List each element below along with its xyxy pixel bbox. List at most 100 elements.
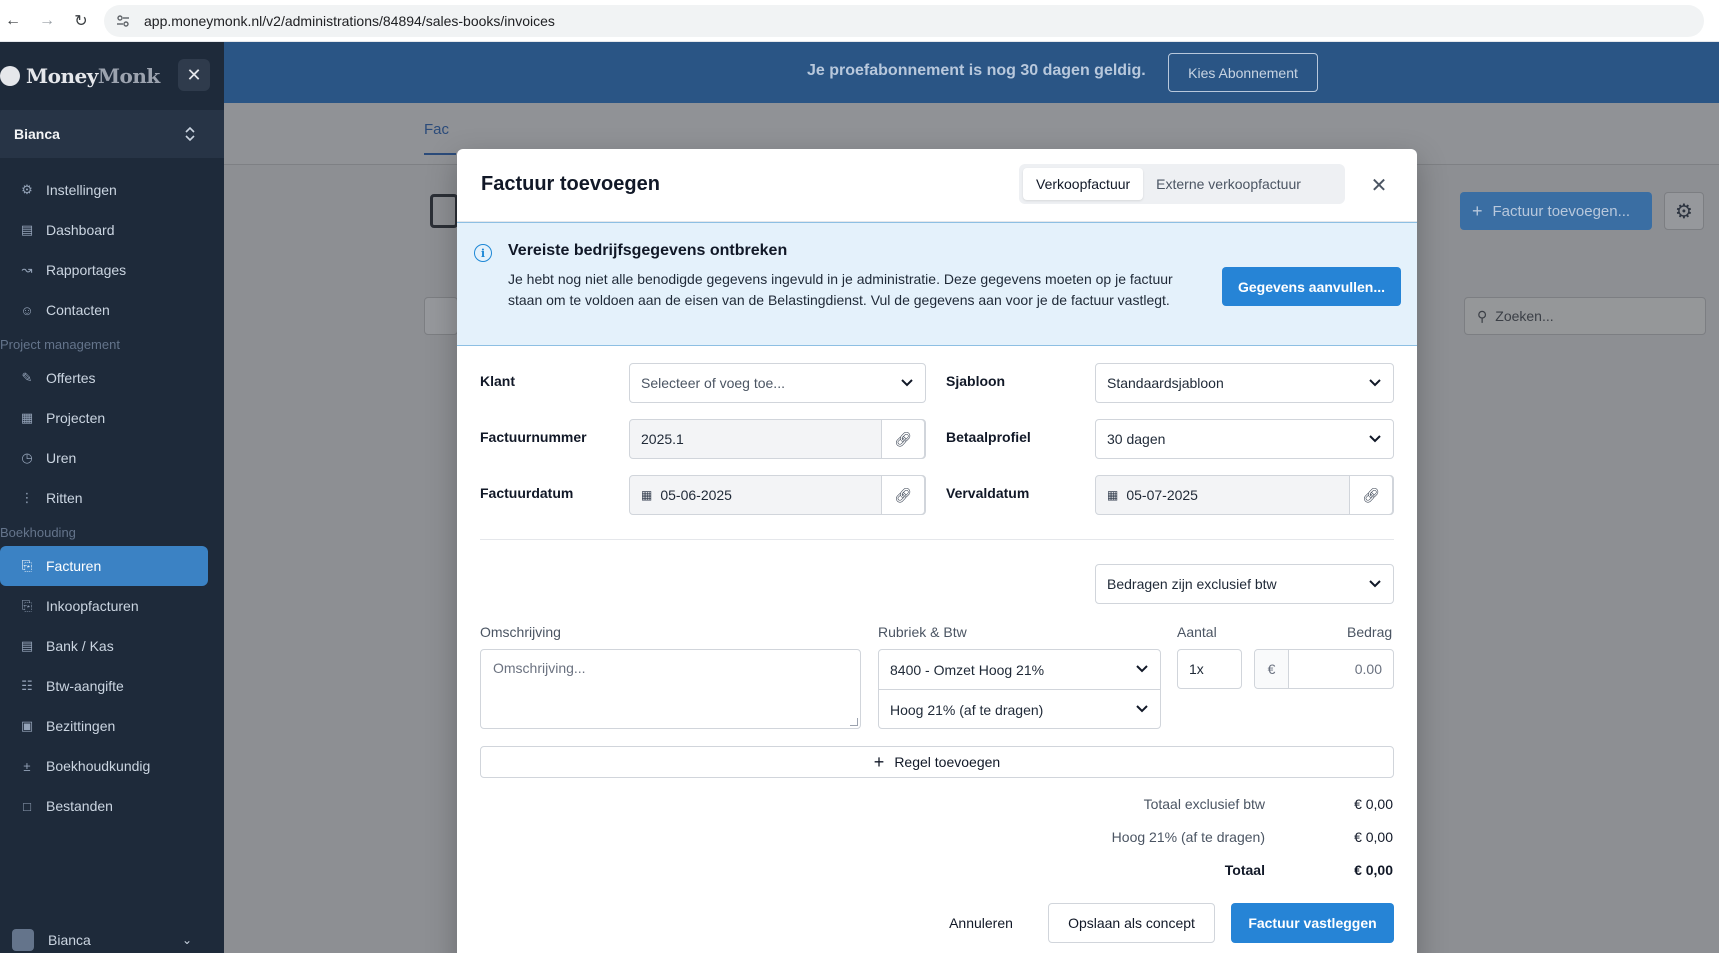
close-icon[interactable]: ✕: [1367, 173, 1391, 197]
date-filter-button[interactable]: [424, 297, 458, 335]
invoice-type-toggle: Verkoopfactuur Externe verkoopfactuur: [1019, 164, 1345, 204]
cancel-button[interactable]: Annuleren: [931, 903, 1031, 943]
sidebar-item-dashboard[interactable]: ▤ Dashboard: [0, 210, 224, 250]
trial-text: Je proefabonnement is nog 30 dagen geldi…: [807, 62, 1146, 79]
quote-icon: ✎: [21, 370, 33, 385]
description-textarea[interactable]: Omschrijving...: [480, 649, 861, 729]
modal-title: Factuur toevoegen: [481, 173, 660, 195]
vervaldatum-field[interactable]: ▦ 05-07-2025 🔗︎: [1095, 475, 1394, 515]
sidebar-item-bestanden[interactable]: □ Bestanden: [0, 786, 224, 826]
factuurdatum-field[interactable]: ▦ 05-06-2025 🔗︎: [629, 475, 926, 515]
tab-underline: [424, 153, 456, 155]
col-aantal: Aantal: [1177, 624, 1217, 640]
sidebar-item-rapportages[interactable]: ↝ Rapportages: [0, 250, 224, 290]
avatar: [12, 928, 34, 951]
sidebar-nav: ⚙ Instellingen ▤ Dashboard ↝ Rapportages ☺ C…: [0, 170, 224, 826]
route-icon: ⋮: [20, 490, 34, 505]
missing-data-alert: i Vereiste bedrijfsgegevens ontbreken Je…: [457, 222, 1417, 346]
add-line-button[interactable]: + Regel toevoegen: [480, 746, 1394, 778]
calendar-icon: ▦: [1107, 488, 1119, 502]
plus-icon: +: [873, 751, 885, 772]
contacts-icon: ☺: [20, 302, 34, 318]
betaalprofiel-select[interactable]: 30 dagen: [1095, 419, 1394, 459]
sidebar-item-bezittingen[interactable]: ▣ Bezittingen: [0, 706, 224, 746]
user-menu[interactable]: Bianca ⌄: [0, 926, 224, 953]
sidebar-close-button[interactable]: ✕: [178, 59, 210, 91]
bank-icon: ▤: [20, 638, 34, 653]
finalize-invoice-button[interactable]: Factuur vastleggen: [1231, 903, 1394, 943]
purchase-icon: ⎘: [21, 598, 33, 613]
page-invoice-icon: [430, 194, 458, 228]
sidebar-item-btw-aangifte[interactable]: ☷ Btw-aangifte: [0, 666, 224, 706]
sidebar-item-instellingen[interactable]: ⚙ Instellingen: [0, 170, 224, 210]
ledger-icon: ±: [23, 758, 31, 774]
btw-mode-select[interactable]: Bedragen zijn exclusief btw: [1095, 564, 1394, 604]
administration-name: Bianca: [14, 126, 60, 142]
reload-icon[interactable]: ↻: [68, 8, 94, 34]
total-excl-label: Totaal exclusief btw: [1143, 796, 1265, 812]
chevron-down-icon: [1134, 701, 1150, 717]
sidebar-item-ritten[interactable]: ⋮ Ritten: [0, 478, 224, 518]
forward-arrow-icon[interactable]: →: [34, 8, 60, 34]
col-omschrijving: Omschrijving: [480, 624, 561, 640]
complete-data-button[interactable]: Gegevens aanvullen...: [1222, 267, 1401, 306]
logo-monk: Monk: [97, 64, 160, 88]
address-bar[interactable]: app.moneymonk.nl/v2/administrations/8489…: [104, 5, 1704, 37]
logo-money: Money: [26, 64, 98, 88]
chevron-down-icon: [1367, 375, 1383, 391]
link-icon[interactable]: 🔗︎: [881, 475, 925, 515]
amount-input[interactable]: € 0.00: [1254, 649, 1394, 689]
sidebar-item-inkoopfacturen[interactable]: ⎘ Inkoopfacturen: [0, 586, 224, 626]
link-icon[interactable]: 🔗︎: [1349, 475, 1393, 515]
choose-subscription-button[interactable]: Kies Abonnement: [1168, 53, 1318, 92]
sidebar-item-bank-kas[interactable]: ▤ Bank / Kas: [0, 626, 224, 666]
tab-verkoopfactuur[interactable]: Verkoopfactuur: [1023, 168, 1144, 200]
folder-icon: □: [23, 798, 31, 814]
sidebar-item-offertes[interactable]: ✎ Offertes: [0, 358, 224, 398]
browser-toolbar: ← → ↻ app.moneymonk.nl/v2/administration…: [0, 0, 1719, 42]
chart-icon: ↝: [21, 262, 33, 277]
category-vat-selects: 8400 - Omzet Hoog 21% Hoog 21% (af te dr…: [878, 649, 1161, 729]
updown-chevron-icon: [176, 116, 204, 152]
tab-facturen[interactable]: Fac: [424, 121, 449, 138]
sjabloon-select[interactable]: Standaardsjabloon: [1095, 363, 1394, 403]
add-invoice-button[interactable]: + Factuur toevoegen...: [1460, 192, 1652, 230]
sidebar-item-boekhoudkundig[interactable]: ± Boekhoudkundig: [0, 746, 224, 786]
divider: [480, 539, 1394, 540]
modal-header: Factuur toevoegen Verkoopfactuur Externe…: [457, 149, 1417, 222]
sidebar-item-facturen[interactable]: ⎘ Facturen: [0, 546, 208, 586]
assets-icon: ▣: [20, 718, 34, 733]
category-select[interactable]: 8400 - Omzet Hoog 21%: [879, 650, 1160, 689]
chevron-down-icon: ⌄: [182, 932, 193, 947]
chevron-down-icon: [1367, 431, 1383, 447]
vat-select[interactable]: Hoog 21% (af te dragen): [879, 690, 1160, 729]
factuurnummer-field[interactable]: 2025.1 🔗︎: [629, 419, 926, 459]
link-icon[interactable]: 🔗︎: [881, 419, 925, 459]
klant-select[interactable]: Selecteer of voeg toe...: [629, 363, 926, 403]
site-settings-icon[interactable]: [114, 12, 132, 30]
vervaldatum-label: Vervaldatum: [946, 485, 1030, 501]
tab-externe-verkoopfactuur[interactable]: Externe verkoopfactuur: [1143, 168, 1314, 200]
betaalprofiel-label: Betaalprofiel: [946, 429, 1031, 445]
tax-icon: ☷: [21, 678, 33, 693]
clock-icon: ◷: [21, 450, 33, 465]
back-arrow-icon[interactable]: ←: [0, 8, 26, 34]
vat-total-label: Hoog 21% (af te dragen): [1111, 829, 1265, 845]
section-boekhouding: Boekhouding: [0, 524, 76, 540]
klant-label: Klant: [480, 373, 515, 389]
sidebar-item-contacten[interactable]: ☺ Contacten: [0, 290, 224, 330]
save-draft-button[interactable]: Opslaan als concept: [1048, 903, 1215, 943]
search-input[interactable]: ⚲ Zoeken...: [1464, 297, 1706, 335]
administration-switcher[interactable]: Bianca: [0, 110, 224, 158]
trial-banner: Je proefabonnement is nog 30 dagen geldi…: [224, 42, 1719, 103]
quantity-input[interactable]: 1x: [1177, 649, 1242, 689]
currency-prefix: €: [1255, 650, 1289, 688]
user-name: Bianca: [48, 931, 91, 948]
sidebar-item-projecten[interactable]: ▦ Projecten: [0, 398, 224, 438]
settings-gear-icon[interactable]: ⚙: [1664, 192, 1704, 230]
resize-handle[interactable]: [850, 718, 858, 726]
alert-body: Je hebt nog niet alle benodigde gegevens…: [508, 271, 1173, 308]
chevron-down-icon: [899, 375, 915, 391]
sidebar-item-uren[interactable]: ◷ Uren: [0, 438, 224, 478]
sjabloon-label: Sjabloon: [946, 373, 1006, 389]
